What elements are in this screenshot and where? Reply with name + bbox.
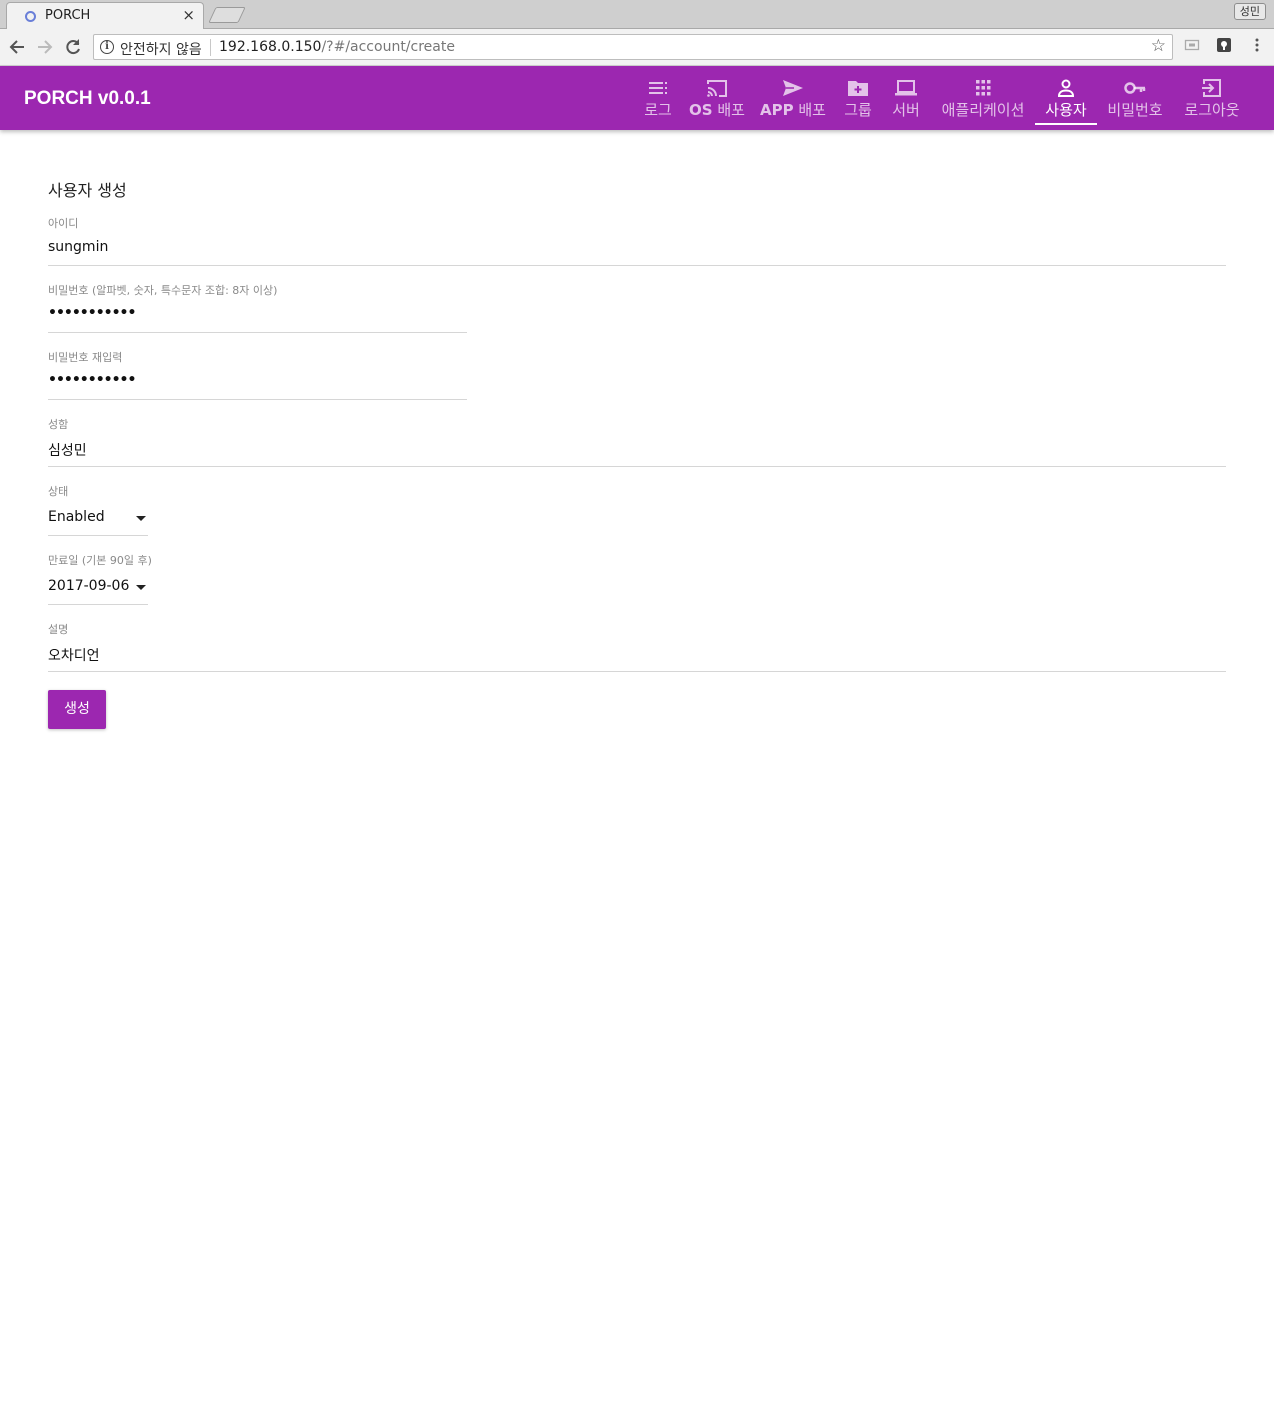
password-confirm-field[interactable]: 비밀번호 재입력 ••••••••••• [48, 349, 467, 401]
favicon-icon [25, 11, 36, 22]
expiry-date-value[interactable]: 2017-09-06 [48, 578, 129, 594]
nav-label: APP 배포 [760, 99, 826, 120]
nav-label: 서버 [892, 101, 920, 119]
expiry-date-select[interactable]: 만료일 (기본 90일 후) 2017-09-06 [48, 552, 152, 606]
send-icon [783, 80, 803, 96]
username-underline [48, 265, 1226, 266]
nav-item-logout[interactable]: 로그아웃 [1180, 66, 1244, 130]
bookmark-star-icon[interactable]: ☆ [1151, 36, 1166, 56]
nav-label: 로그아웃 [1184, 101, 1240, 119]
password-input[interactable]: ••••••••••• [48, 305, 136, 321]
address-bar[interactable]: i 안전하지 않음 192.168.0.150/?#/account/creat… [93, 34, 1173, 60]
password-confirm-underline [48, 399, 467, 400]
browser-tab[interactable]: PORCH × [6, 2, 204, 29]
password-underline [48, 332, 467, 333]
description-field[interactable]: 설명 오차디언 [48, 621, 1226, 673]
full-name-underline [48, 466, 1226, 467]
nav-item-os-deploy[interactable]: OS 배포 [688, 66, 746, 130]
full-name-field[interactable]: 성함 심성민 [48, 416, 1226, 468]
full-name-label: 성함 [48, 418, 69, 431]
cast-icon [707, 80, 727, 97]
description-label: 설명 [48, 623, 69, 636]
reload-icon[interactable] [62, 36, 84, 58]
menu-kebab-icon[interactable] [1249, 37, 1265, 53]
username-field[interactable]: 아이디 sungmin [48, 215, 1226, 267]
apps-grid-icon [976, 80, 991, 96]
nav-item-server[interactable]: 서버 [888, 66, 924, 130]
expiry-date-underline [48, 604, 148, 605]
nav-label: 그룹 [844, 101, 872, 119]
status-label: 상태 [48, 485, 69, 498]
new-tab-button[interactable] [208, 7, 246, 23]
laptop-icon [895, 80, 917, 96]
browser-toolbar: i 안전하지 않음 192.168.0.150/?#/account/creat… [0, 29, 1274, 66]
nav-label: 로그 [644, 101, 672, 119]
folder-add-icon [848, 81, 868, 96]
nav-item-app-deploy[interactable]: APP 배포 [760, 66, 826, 130]
logout-icon [1202, 79, 1221, 97]
full-name-input[interactable]: 심성민 [48, 440, 87, 460]
create-button[interactable]: 생성 [48, 690, 106, 729]
password-confirm-input[interactable]: ••••••••••• [48, 372, 136, 388]
description-underline [48, 671, 1226, 672]
password-field[interactable]: 비밀번호 (알파벳, 숫자, 특수문자 조합: 8자 이상) •••••••••… [48, 282, 467, 334]
page-title: 사용자 생성 [48, 181, 127, 200]
nav-item-log[interactable]: 로그 [640, 66, 676, 130]
person-icon [1057, 79, 1075, 97]
nav-label: 사용자 [1045, 101, 1087, 119]
profile-button[interactable]: 성민 [1233, 3, 1266, 20]
password-extension-icon[interactable] [1216, 37, 1232, 53]
security-label[interactable]: 안전하지 않음 [120, 39, 202, 59]
tab-close-icon[interactable]: × [182, 7, 195, 23]
tab-title: PORCH [45, 8, 91, 23]
cast-extension-icon[interactable] [1184, 37, 1200, 53]
status-value[interactable]: Enabled [48, 509, 105, 525]
password-label: 비밀번호 (알파벳, 숫자, 특수문자 조합: 8자 이상) [48, 284, 278, 297]
password-confirm-label: 비밀번호 재입력 [48, 351, 123, 364]
url-host: 192.168.0.150 [219, 39, 322, 55]
status-select[interactable]: 상태 Enabled [48, 483, 148, 537]
nav-label-bold: OS [689, 101, 713, 119]
url-path: /?#/account/create [321, 39, 455, 55]
nav-label-rest: 배포 [793, 101, 826, 119]
brand-title[interactable]: PORCH v0.0.1 [24, 88, 151, 110]
nav-label-bold: APP [760, 101, 794, 119]
expiry-date-label: 만료일 (기본 90일 후) [48, 554, 152, 567]
nav-item-application[interactable]: 애플리케이션 [938, 66, 1028, 130]
status-underline [48, 535, 148, 536]
chevron-down-icon[interactable] [136, 516, 146, 521]
nav-label-rest: 배포 [712, 101, 745, 119]
nav-item-user[interactable]: 사용자 [1035, 66, 1097, 130]
chevron-down-icon[interactable] [136, 585, 146, 590]
app-bar: PORCH v0.0.1 로그 OS 배포 APP 배포 그룹 서버 애플리케이… [0, 66, 1274, 130]
back-icon[interactable] [6, 36, 28, 58]
forward-icon[interactable] [34, 36, 56, 58]
username-label: 아이디 [48, 217, 79, 230]
nav-label: 애플리케이션 [941, 101, 1025, 119]
description-input[interactable]: 오차디언 [48, 645, 100, 665]
nav-label: OS 배포 [688, 99, 746, 120]
url-text[interactable]: 192.168.0.150/?#/account/create [219, 39, 455, 55]
active-tab-indicator [1035, 123, 1097, 125]
key-icon [1124, 82, 1146, 94]
info-icon[interactable]: i [100, 40, 114, 54]
nav-label: 비밀번호 [1107, 101, 1163, 119]
nav-item-password[interactable]: 비밀번호 [1104, 66, 1166, 130]
nav-item-group[interactable]: 그룹 [840, 66, 876, 130]
username-input[interactable]: sungmin [48, 239, 108, 255]
browser-tab-strip: PORCH × 성민 [0, 0, 1274, 29]
list-icon [649, 82, 667, 94]
divider [210, 39, 211, 56]
